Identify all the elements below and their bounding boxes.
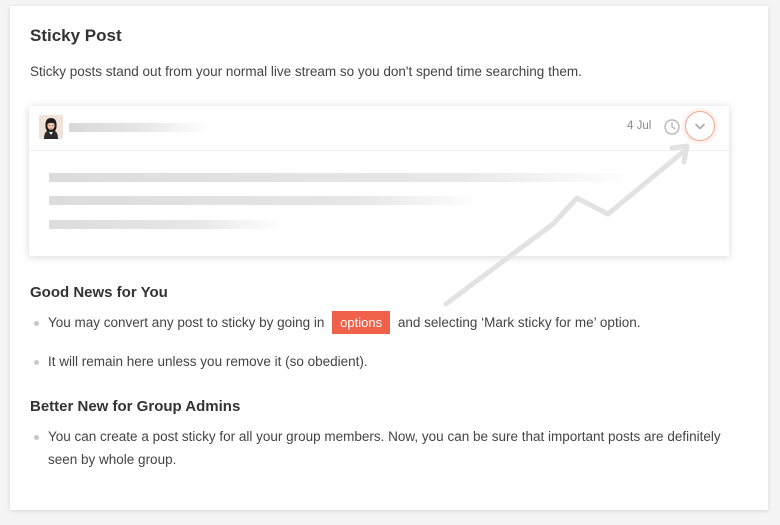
clock-icon <box>663 118 681 136</box>
content-placeholder-line <box>49 196 484 205</box>
post-options-button[interactable] <box>685 111 715 141</box>
list-item: It will remain here unless you remove it… <box>30 350 730 373</box>
options-pill[interactable]: options <box>332 311 391 334</box>
list-item: You can create a post sticky for all you… <box>30 425 730 471</box>
content-placeholder-line <box>49 220 284 229</box>
bullet-text: It will remain here unless you remove it… <box>48 354 368 369</box>
good-news-heading: Good News for You <box>30 284 168 301</box>
bullet-dot <box>34 321 39 326</box>
page-title: Sticky Post <box>30 26 122 45</box>
bullet-dot <box>34 435 39 440</box>
bullet-text: and selecting ‘Mark sticky for me’ optio… <box>397 315 641 330</box>
group-admins-heading: Better New for Group Admins <box>30 398 241 415</box>
bullet-dot <box>34 360 39 365</box>
intro-text: Sticky posts stand out from your normal … <box>30 64 582 79</box>
chevron-down-icon <box>695 123 705 130</box>
content-placeholder-line <box>49 173 634 182</box>
post-date: 4 Jul <box>627 120 652 132</box>
sticky-post-card: Sticky Post Sticky posts stand out from … <box>10 6 768 510</box>
post-header: 4 Jul <box>29 106 729 151</box>
author-name-placeholder <box>69 123 209 132</box>
post-preview: 4 Jul <box>29 106 729 256</box>
bullet-text: You may convert any post to sticky by go… <box>48 315 325 330</box>
avatar <box>39 115 63 139</box>
list-item: You may convert any post to sticky by go… <box>30 311 730 334</box>
bullet-text: You can create a post sticky for all you… <box>48 429 721 467</box>
